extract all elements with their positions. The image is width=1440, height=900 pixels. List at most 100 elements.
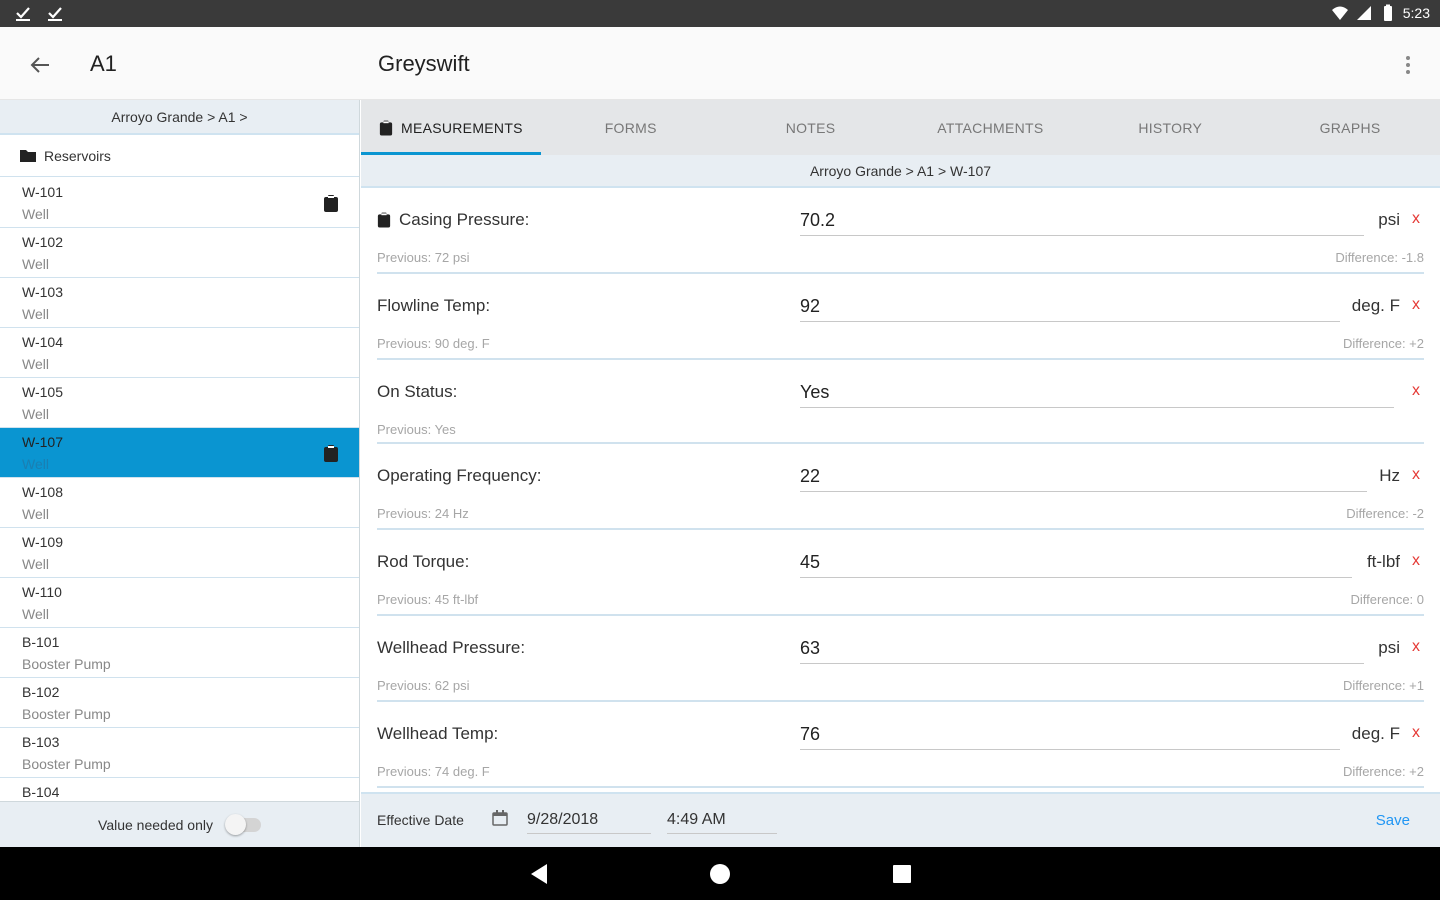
nav-home-button[interactable] — [707, 861, 733, 887]
effective-time-input[interactable] — [667, 806, 777, 834]
nav-back-button[interactable] — [526, 861, 552, 887]
measurement-label: Flowline Temp: — [377, 296, 491, 315]
tab-measurements[interactable]: MEASUREMENTS — [361, 100, 541, 155]
clipboard-icon — [379, 120, 393, 135]
asset-type: Well — [22, 606, 49, 622]
clear-icon[interactable]: x — [1412, 466, 1420, 484]
folder-reservoirs[interactable]: Reservoirs — [0, 135, 359, 177]
wellhead-temp-input[interactable] — [800, 720, 1340, 750]
measurement-label: Casing Pressure: — [377, 210, 529, 230]
list-item[interactable]: W-102 Well — [0, 228, 359, 278]
effective-date-input[interactable] — [527, 806, 651, 834]
tab-label: GRAPHS — [1319, 119, 1381, 136]
list-item[interactable]: B-102 Booster Pump — [0, 678, 359, 728]
measurement-label: Wellhead Pressure: — [377, 638, 526, 657]
flowline-temp-input[interactable] — [800, 292, 1340, 322]
signal-icon — [1356, 6, 1371, 20]
tab-attachments[interactable]: ATTACHMENTS — [900, 100, 1080, 155]
asset-type: Booster Pump — [22, 756, 111, 772]
list-item[interactable]: B-103 Booster Pump — [0, 728, 359, 778]
measurement-label: Operating Frequency: — [377, 466, 542, 485]
measurement-unit: deg. F — [1351, 296, 1400, 315]
rod-torque-input[interactable] — [800, 548, 1352, 578]
measurement-row: On Status: x Previous: Yes — [377, 360, 1424, 444]
list-item[interactable]: W-101 Well — [0, 178, 359, 228]
asset-type: Well — [22, 306, 49, 322]
asset-type: Booster Pump — [22, 656, 111, 672]
list-item[interactable]: W-109 Well — [0, 528, 359, 578]
tab-label: MEASUREMENTS — [400, 119, 523, 136]
asset-name: W-102 — [22, 234, 63, 250]
calendar-icon[interactable] — [491, 809, 509, 827]
tab-bar: MEASUREMENTS FORMS NOTES ATTACHMENTS HIS… — [361, 100, 1440, 155]
tab-label: FORMS — [604, 119, 657, 136]
asset-name: B-103 — [22, 734, 60, 750]
value-needed-label: Value needed only — [98, 816, 213, 833]
measurement-row: Wellhead Temp: deg. F x Previous: 74 deg… — [377, 702, 1424, 788]
asset-name: W-110 — [22, 584, 62, 600]
on-status-input[interactable] — [800, 378, 1394, 408]
nav-recents-button[interactable] — [889, 861, 915, 887]
list-item[interactable]: W-104 Well — [0, 328, 359, 378]
previous-value: Previous: 24 Hz — [377, 506, 469, 521]
difference-value: Difference: 0 — [1350, 592, 1424, 607]
clipboard-icon — [377, 212, 391, 228]
tab-label: ATTACHMENTS — [937, 119, 1044, 136]
clear-icon[interactable]: x — [1412, 638, 1420, 656]
toggle-knob — [224, 813, 246, 835]
wifi-icon — [1331, 6, 1348, 20]
clear-icon[interactable]: x — [1412, 296, 1420, 314]
asset-name: B-102 — [22, 684, 60, 700]
list-item[interactable]: B-104 — [0, 778, 359, 801]
nav-recents-icon — [893, 865, 911, 883]
list-item-selected[interactable]: W-107 Well — [0, 428, 359, 478]
tab-notes[interactable]: NOTES — [721, 100, 901, 155]
download-done-icon — [48, 7, 62, 21]
save-button[interactable]: Save — [1376, 812, 1410, 829]
status-bar: 5:23 — [0, 0, 1440, 27]
download-done-icon — [16, 7, 30, 21]
asset-name: W-108 — [22, 484, 63, 500]
asset-list[interactable]: W-101 Well W-102 Well W-103 Well W-104 W… — [0, 178, 359, 801]
left-pane-title: A1 — [90, 51, 117, 76]
difference-value: Difference: +1 — [1342, 678, 1424, 693]
tab-history[interactable]: HISTORY — [1080, 100, 1260, 155]
clear-icon[interactable]: x — [1412, 724, 1420, 742]
previous-value: Previous: 45 ft-lbf — [377, 592, 479, 607]
back-button[interactable] — [24, 49, 56, 81]
value-needed-toggle[interactable] — [224, 813, 261, 835]
list-item[interactable]: B-101 Booster Pump — [0, 628, 359, 678]
overflow-menu-button[interactable] — [1396, 49, 1420, 81]
clipboard-icon — [324, 195, 338, 212]
asset-type: Well — [22, 456, 49, 472]
breadcrumb[interactable]: Arroyo Grande > A1 > W-107 — [361, 155, 1440, 188]
tab-graphs[interactable]: GRAPHS — [1260, 100, 1440, 155]
clear-icon[interactable]: x — [1412, 382, 1420, 400]
tab-forms[interactable]: FORMS — [541, 100, 721, 155]
previous-value: Previous: 62 psi — [377, 678, 470, 693]
battery-icon — [1383, 4, 1392, 21]
list-item[interactable]: W-103 Well — [0, 278, 359, 328]
clear-icon[interactable]: x — [1412, 210, 1420, 228]
measurement-list: Casing Pressure: psi x Previous: 72 psi … — [361, 188, 1440, 792]
list-item[interactable]: W-105 Well — [0, 378, 359, 428]
operating-frequency-input[interactable] — [800, 462, 1367, 492]
measurement-row: Flowline Temp: deg. F x Previous: 90 deg… — [377, 274, 1424, 360]
wellhead-pressure-input[interactable] — [800, 634, 1364, 664]
asset-type: Well — [22, 256, 49, 272]
arrow-back-icon — [30, 57, 49, 73]
list-item[interactable]: W-110 Well — [0, 578, 359, 628]
measurement-unit: deg. F — [1351, 724, 1400, 743]
page-title: Greyswift — [378, 51, 470, 76]
difference-value: Difference: +2 — [1342, 764, 1424, 779]
asset-name: W-101 — [22, 184, 63, 200]
app-bar: A1 Greyswift — [0, 27, 1440, 100]
measurement-label: Wellhead Temp: — [377, 724, 499, 743]
list-item[interactable]: W-108 Well — [0, 478, 359, 528]
breadcrumb[interactable]: Arroyo Grande > A1 > — [0, 100, 359, 135]
measurement-row: Wellhead Pressure: psi x Previous: 62 ps… — [377, 616, 1424, 702]
clear-icon[interactable]: x — [1412, 552, 1420, 570]
asset-name: B-104 — [22, 784, 60, 800]
difference-value: Difference: +2 — [1342, 336, 1424, 351]
casing-pressure-input[interactable] — [800, 206, 1364, 236]
